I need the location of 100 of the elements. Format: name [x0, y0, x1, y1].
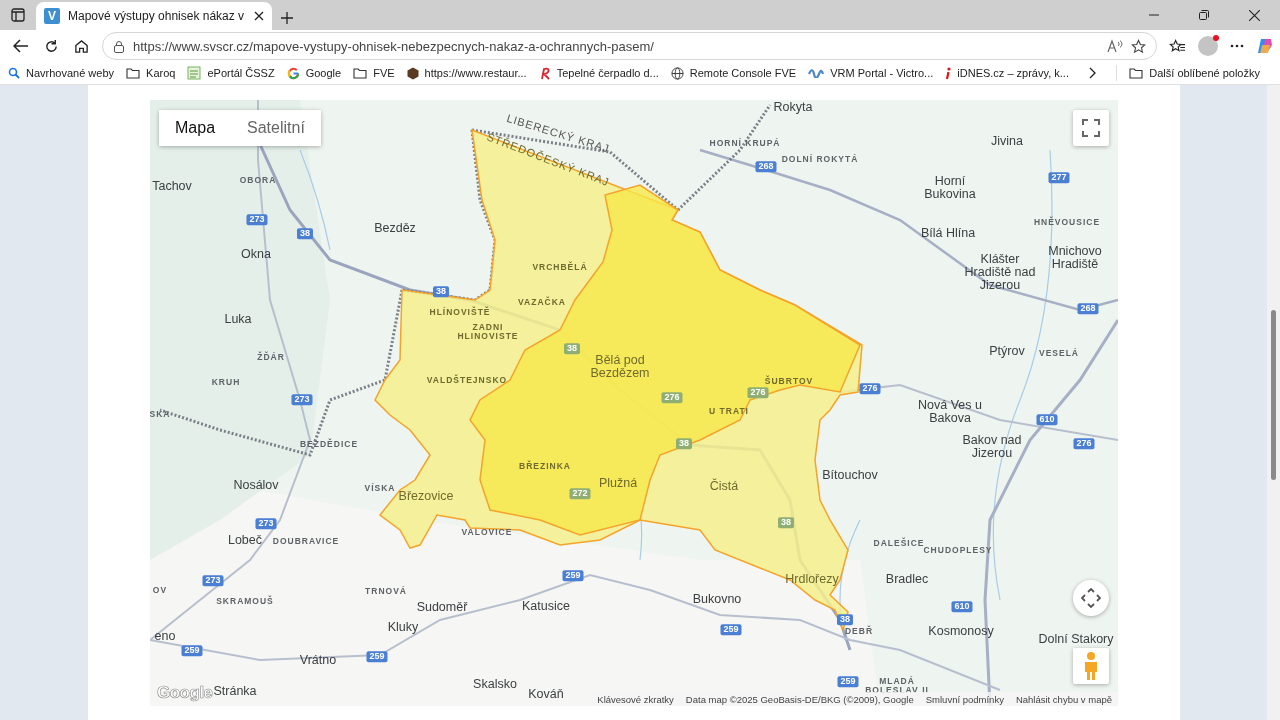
place-label: Kluky [387, 621, 419, 635]
place-label: Bukovno [692, 593, 742, 607]
footer-link[interactable]: Smluvní podmínky [925, 693, 1004, 705]
place-label: Jivina [991, 135, 1023, 149]
google-logo: Google [157, 683, 213, 703]
place-label: Klášter Hradiště nad Jizerou [963, 253, 1037, 293]
village-label: VALDŠTEJNSKO [426, 375, 508, 385]
road-number: 268 [755, 161, 777, 173]
footer-link[interactable]: Nahlásit chybu v mapě [1015, 693, 1112, 705]
browser-tab[interactable]: V Mapové výstupy ohnisek nákaz v [36, 2, 272, 30]
copilot-icon[interactable] [1256, 37, 1274, 55]
village-label: HLÍNOVIŠTĚ [429, 307, 491, 317]
village-label: KRUH [211, 377, 241, 387]
footer-link[interactable]: Klávesové zkratky [597, 693, 674, 705]
road-number: 38 [778, 517, 794, 529]
folder-icon [126, 67, 141, 79]
road-number: 277 [1048, 172, 1070, 184]
bookmark-item[interactable]: ePortál ČSSZ [187, 66, 275, 80]
scrollbar[interactable] [1267, 85, 1280, 720]
place-label: Hrdlořezy [785, 573, 839, 587]
village-label: ŠUBRTOV [764, 376, 814, 386]
bookmark-item[interactable]: iDNES.cz – zprávy, k... [945, 66, 1069, 80]
fullscreen-icon [1082, 119, 1100, 137]
place-label: Bílá Hlína [920, 227, 976, 241]
place-label: Luka [224, 313, 252, 327]
read-aloud-icon[interactable] [1107, 39, 1123, 53]
bookmark-item[interactable]: Google [286, 66, 342, 80]
more-icon[interactable] [1230, 44, 1244, 48]
pegman-icon [1083, 651, 1099, 681]
village-label: DOLNÍ ROKYTÁ [781, 154, 859, 164]
map-type-tab[interactable]: Mapa [159, 110, 232, 146]
place-label: Lobeč [227, 534, 263, 548]
place-label: Plužná [598, 477, 638, 491]
other-favorites-item[interactable]: Další oblíbené položky [1129, 67, 1260, 79]
bookmark-item[interactable]: Tepelné čerpadlo d... [538, 66, 659, 80]
village-label: DEBŘ [844, 626, 874, 636]
close-icon[interactable] [1249, 9, 1260, 21]
village-label: ŽĎÁR [257, 352, 285, 362]
bookmark-item[interactable]: FVE [353, 67, 395, 79]
new-tab-icon[interactable] [280, 11, 294, 25]
bookmark-item[interactable]: Navrhované weby [8, 67, 115, 79]
village-label: BŘEZINKA [519, 461, 571, 471]
road-number: 276 [859, 383, 881, 395]
village-label: ZADNI HLINOVISTE [456, 323, 520, 341]
fullscreen-button[interactable] [1073, 110, 1109, 146]
refresh-icon[interactable] [43, 38, 59, 54]
hexagon-icon [406, 66, 419, 80]
script-letter-icon [538, 66, 551, 80]
road-number: 273 [291, 394, 313, 406]
restore-icon[interactable] [1199, 10, 1209, 20]
map-type-tab[interactable]: Satelitní [231, 110, 321, 146]
village-label: HNĚVOUSICE [1033, 217, 1101, 227]
place-label: Stránka [213, 685, 257, 699]
place-label: Bakov nad Jizerou [961, 433, 1023, 461]
map-attribution: Data map ©2025 GeoBasis-DE/BKG (©2009), Google [685, 693, 914, 705]
place-label: Okna [241, 248, 271, 262]
place-label: eno [154, 630, 176, 644]
place-label: Rokyta [773, 101, 813, 115]
globe-icon [670, 66, 684, 80]
lock-icon [113, 39, 125, 53]
road-number: 38 [676, 438, 692, 450]
favorites-icon[interactable] [1169, 38, 1186, 54]
village-label: BEZDĚDICE [299, 439, 359, 449]
chevron-right-icon[interactable] [1088, 67, 1097, 79]
village-label: VRCHBĚLÁ [532, 262, 588, 272]
village-label: SKRAMOUŠ [216, 596, 274, 606]
site-favicon: V [44, 8, 60, 24]
place-label: Ptýrov [989, 345, 1025, 359]
village-label: HORNÍ KRUPÁ [709, 138, 781, 148]
road-number: 38 [837, 614, 853, 626]
bookmark-item[interactable]: Remote Console FVE [670, 66, 797, 80]
place-label: Tachov [152, 180, 192, 194]
back-arrow-icon[interactable] [13, 39, 29, 53]
place-label: Bělá pod Bezdězem [589, 353, 651, 381]
folder-icon [1129, 67, 1144, 79]
bookmark-item[interactable]: Karoq [126, 67, 176, 79]
place-label: Katusice [522, 600, 570, 614]
village-label: VALOVICE [461, 527, 513, 537]
village-label: VESELÁ [1039, 348, 1079, 358]
home-icon[interactable] [73, 38, 89, 54]
place-label: Březovice [398, 490, 454, 504]
bookmark-item[interactable]: https://www.restaur... [406, 66, 527, 80]
place-label: Horní Bukovina [923, 174, 977, 202]
village-label: CHUDOPLESY [923, 545, 993, 555]
village-label: VÍSKA [364, 483, 396, 493]
sidebar-icon[interactable] [11, 8, 25, 22]
place-label: Mnichovo Hradiště [1047, 244, 1103, 272]
close-icon[interactable] [254, 11, 264, 21]
road-number: 259 [181, 645, 203, 657]
place-label: Dolní Stakory [1038, 633, 1114, 647]
village-label: DOUBRAVICE [272, 536, 340, 546]
road-number: 276 [747, 387, 769, 399]
village-label: TRNOVÁ [365, 586, 407, 596]
road-number: 276 [1073, 438, 1095, 450]
wave-icon [808, 68, 825, 78]
star-icon[interactable] [1131, 38, 1146, 54]
road-number: 38 [564, 343, 580, 355]
profile-avatar[interactable] [1198, 36, 1218, 56]
road-number: 259 [837, 676, 859, 688]
bookmark-item[interactable]: VRM Portal - Victro... [808, 67, 934, 79]
